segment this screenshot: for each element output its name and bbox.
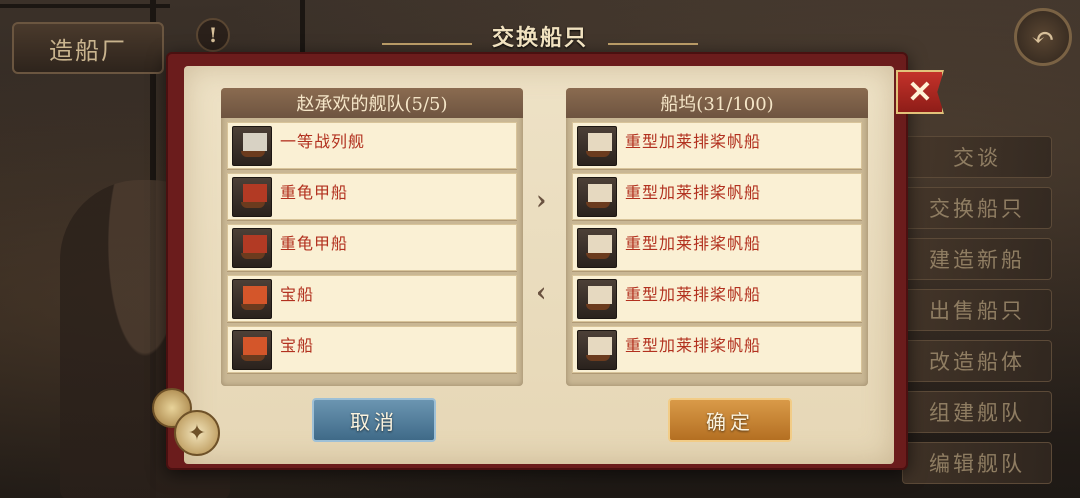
fleet-list-header: 赵承欢的舰队(5/5): [221, 88, 523, 118]
ship-row[interactable]: 重型加莱排桨帆船: [572, 275, 862, 322]
dialog-title: 交换船只: [491, 25, 588, 51]
ship-name: 宝船: [280, 336, 315, 355]
treasure-ship-icon: [232, 330, 272, 370]
yard-silhouette: [0, 4, 170, 8]
cancel-button[interactable]: 取消: [312, 398, 436, 442]
side-menu-form-fleet[interactable]: 组建舰队: [902, 391, 1052, 433]
dock-list-header: 船坞(31/100): [566, 88, 868, 118]
side-menu: 交谈 交换船只 建造新船 出售船只 改造船体 组建舰队 编辑舰队: [902, 136, 1052, 493]
compass-icon: ✦: [174, 410, 220, 456]
galleass-icon: [577, 279, 617, 319]
ship-name: 重型加莱排桨帆船: [625, 336, 762, 355]
ship-name: 重龟甲船: [280, 183, 349, 202]
ship-name: 重型加莱排桨帆船: [625, 234, 762, 253]
galleass-icon: [577, 177, 617, 217]
galleass-icon: [577, 330, 617, 370]
ship-of-the-line-icon: [232, 126, 272, 166]
side-menu-sell-ship[interactable]: 出售船只: [902, 289, 1052, 331]
ship-name: 重型加莱排桨帆船: [625, 132, 762, 151]
rope-silhouette: [300, 0, 305, 60]
ship-row[interactable]: 重龟甲船: [227, 224, 517, 271]
ship-row[interactable]: 宝船: [227, 275, 517, 322]
turtle-ship-icon: [232, 228, 272, 268]
turtle-ship-icon: [232, 177, 272, 217]
title-ornament-left: [382, 43, 472, 45]
side-menu-exchange-ships[interactable]: 交换船只: [902, 187, 1052, 229]
dock-list: 重型加莱排桨帆船 重型加莱排桨帆船 重型加莱排桨帆船 重型加莱排桨帆船 重型加莱排桨帆船: [566, 118, 868, 381]
side-menu-edit-fleet[interactable]: 编辑舰队: [902, 442, 1052, 484]
ship-row[interactable]: 一等战列舰: [227, 122, 517, 169]
ship-row[interactable]: 重型加莱排桨帆船: [572, 173, 862, 220]
ship-row[interactable]: 重型加莱排桨帆船: [572, 326, 862, 373]
dock-list-panel: 船坞(31/100) 重型加莱排桨帆船 重型加莱排桨帆船 重型加莱排桨帆船 重型加莱排…: [566, 88, 868, 386]
side-menu-talk[interactable]: 交谈: [902, 136, 1052, 178]
galleass-icon: [577, 126, 617, 166]
move-right-arrow-icon[interactable]: ›: [536, 186, 546, 216]
ship-name: 重型加莱排桨帆船: [625, 183, 762, 202]
close-button[interactable]: ✕: [896, 70, 944, 114]
ship-row[interactable]: 宝船: [227, 326, 517, 373]
alert-icon[interactable]: !: [196, 18, 230, 52]
title-ornament-right: [608, 43, 698, 45]
side-menu-build-ship[interactable]: 建造新船: [902, 238, 1052, 280]
side-menu-refit-hull[interactable]: 改造船体: [902, 340, 1052, 382]
ship-row[interactable]: 重龟甲船: [227, 173, 517, 220]
ship-name: 一等战列舰: [280, 132, 366, 151]
ship-name: 宝船: [280, 285, 315, 304]
ship-row[interactable]: 重型加莱排桨帆船: [572, 122, 862, 169]
fleet-list-panel: 赵承欢的舰队(5/5) 一等战列舰 重龟甲船 重龟甲船 宝船 宝船: [221, 88, 523, 386]
move-left-arrow-icon[interactable]: ‹: [536, 278, 546, 308]
ship-name: 重龟甲船: [280, 234, 349, 253]
ship-row[interactable]: 重型加莱排桨帆船: [572, 224, 862, 271]
back-arrow-icon[interactable]: ↶: [1014, 8, 1072, 66]
ship-name: 重型加莱排桨帆船: [625, 285, 762, 304]
close-icon: ✕: [907, 74, 933, 110]
confirm-button[interactable]: 确定: [668, 398, 792, 442]
shipyard-button[interactable]: 造船厂: [12, 22, 164, 74]
galleass-icon: [577, 228, 617, 268]
compass-widget[interactable]: ✦: [152, 388, 222, 458]
dialog-title-bar: 交换船只: [382, 16, 698, 56]
treasure-ship-icon: [232, 279, 272, 319]
fleet-list: 一等战列舰 重龟甲船 重龟甲船 宝船 宝船: [221, 118, 523, 381]
